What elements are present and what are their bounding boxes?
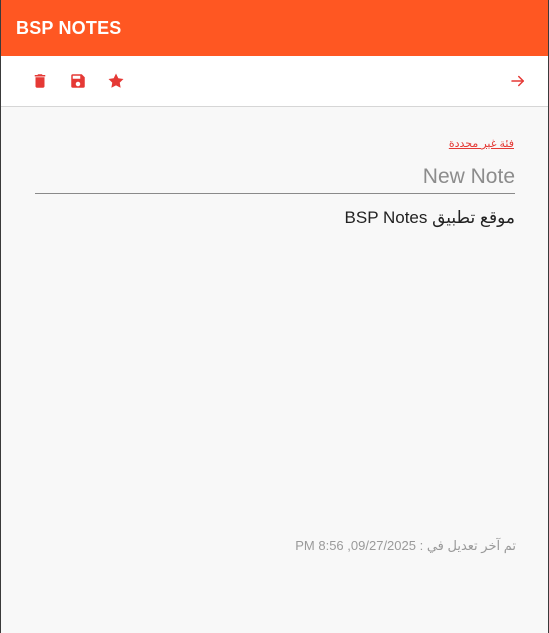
star-icon xyxy=(108,73,124,88)
last-modified-info: تم آخر تعديل في : 09/27/2025, 8:56 PM xyxy=(1,538,516,554)
app-header: BSP NOTES xyxy=(1,0,548,56)
note-title-input[interactable] xyxy=(35,163,515,194)
floppy-disk-icon xyxy=(71,74,85,88)
app-window: BSP NOTES فئة غير محددة موق xyxy=(0,0,549,633)
last-modified-value: 09/27/2025, 8:56 PM xyxy=(295,538,416,553)
trash-icon xyxy=(34,74,46,88)
last-modified-label: تم آخر تعديل في : xyxy=(419,538,516,553)
delete-button[interactable] xyxy=(30,71,50,91)
note-body-text[interactable]: موقع تطبيق BSP Notes xyxy=(35,208,515,228)
note-toolbar xyxy=(1,56,548,107)
favorite-button[interactable] xyxy=(106,71,126,91)
save-button[interactable] xyxy=(68,71,88,91)
note-editor: فئة غير محددة موقع تطبيق BSP Notes xyxy=(1,107,548,228)
back-button[interactable] xyxy=(508,71,528,91)
arrow-right-icon xyxy=(511,75,524,87)
app-title: BSP NOTES xyxy=(16,17,122,38)
category-link[interactable]: فئة غير محددة xyxy=(35,137,514,150)
